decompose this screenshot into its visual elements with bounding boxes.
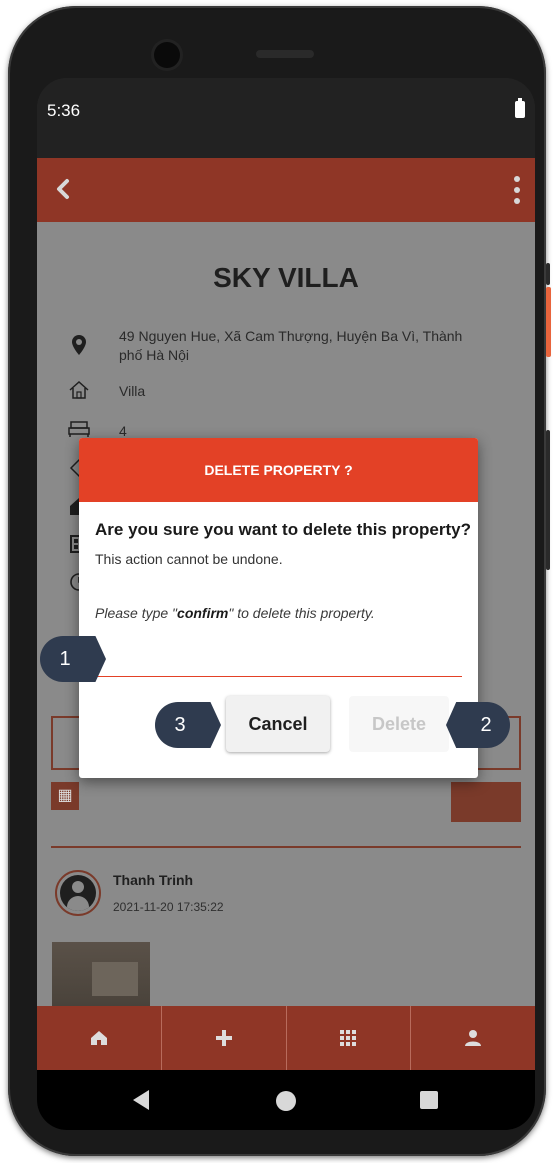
delete-button[interactable]: Delete	[349, 696, 449, 752]
more-vert-icon[interactable]	[513, 176, 521, 204]
property-type: Villa	[119, 383, 146, 399]
add-icon	[215, 1030, 232, 1046]
avatar	[55, 870, 101, 916]
side-button	[546, 263, 550, 285]
dialog-note: This action cannot be undone.	[95, 551, 283, 567]
battery-icon	[515, 98, 525, 118]
nav-profile[interactable]	[411, 1006, 535, 1070]
nav-grid[interactable]	[287, 1006, 412, 1070]
property-address: 49 Nguyen Hue, Xã Cam Thượng, Huyện Ba V…	[119, 328, 463, 363]
front-camera	[154, 42, 180, 68]
hint-keyword: confirm	[177, 605, 229, 621]
nav-add[interactable]	[162, 1006, 287, 1070]
callout-2: 2	[446, 702, 510, 748]
system-home-icon[interactable]	[276, 1091, 296, 1111]
confirm-input[interactable]	[95, 643, 462, 677]
delete-property-dialog: DELETE PROPERTY ? Are you sure you want …	[79, 438, 478, 778]
hint-prefix: Please type "	[95, 605, 178, 621]
status-bar: 5:36	[37, 78, 535, 158]
submit-comment-button	[451, 782, 521, 822]
back-icon[interactable]	[49, 172, 77, 206]
dialog-question: Are you sure you want to delete this pro…	[95, 520, 471, 539]
system-navigation-bar	[37, 1070, 535, 1130]
callout-3: 3	[155, 702, 221, 748]
comment-date: 2021-11-20 17:35:22	[113, 900, 224, 914]
grid-icon	[340, 1030, 357, 1046]
power-button	[546, 430, 550, 570]
home-icon	[90, 1031, 107, 1045]
property-title: SKY VILLA	[213, 262, 359, 293]
system-back-icon[interactable]	[133, 1090, 149, 1110]
location-pin-icon	[67, 334, 91, 358]
dialog-title: DELETE PROPERTY ?	[79, 438, 478, 502]
bottom-navigation	[37, 1006, 535, 1070]
callout-1: 1	[40, 636, 106, 682]
divider	[51, 846, 521, 848]
nav-home[interactable]	[37, 1006, 162, 1070]
system-recents-icon[interactable]	[420, 1091, 438, 1109]
dialog-hint: Please type "confirm" to delete this pro…	[95, 605, 375, 621]
house-icon	[67, 380, 91, 404]
volume-button	[546, 287, 551, 357]
comment-author: Thanh Trinh	[113, 872, 194, 888]
status-time: 5:36	[47, 101, 81, 120]
app-bar	[37, 158, 535, 222]
user-icon	[465, 1030, 482, 1046]
grid-icon: ▦	[51, 782, 79, 810]
cancel-button[interactable]: Cancel	[226, 696, 330, 752]
earpiece-speaker	[256, 50, 314, 58]
hint-suffix: " to delete this property.	[228, 605, 375, 621]
